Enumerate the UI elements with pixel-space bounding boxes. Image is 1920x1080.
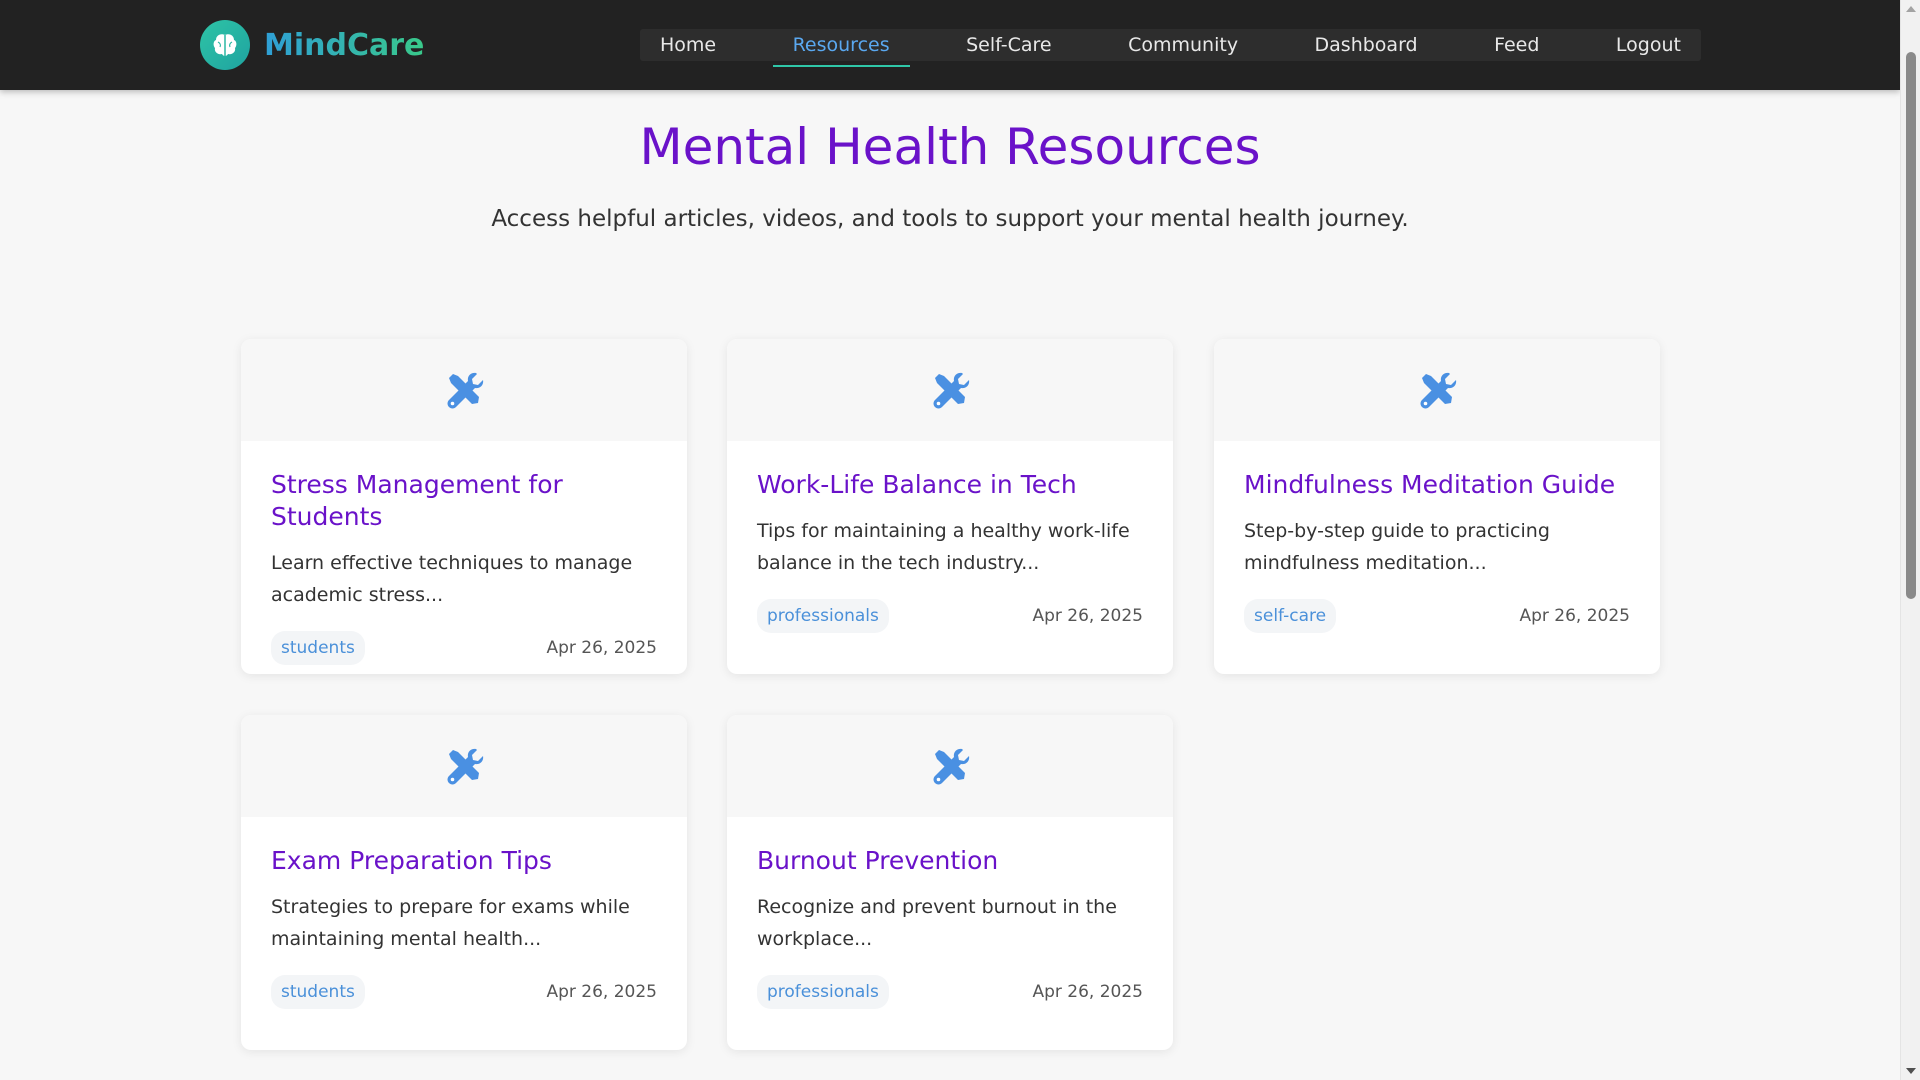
card-description: Strategies to prepare for exams while ma…	[271, 896, 630, 950]
card-title[interactable]: Stress Management for Students	[271, 469, 657, 533]
card-title[interactable]: Exam Preparation Tips	[271, 845, 657, 877]
card-title[interactable]: Burnout Prevention	[757, 845, 1143, 877]
page-title: Mental Health Resources	[639, 118, 1261, 176]
resource-card[interactable]: Mindfulness Meditation Guide Step-by-ste…	[1214, 339, 1660, 674]
page-subtitle: Access helpful articles, videos, and too…	[491, 206, 1409, 232]
card-date: Apr 26, 2025	[546, 638, 657, 658]
card-tag[interactable]: professionals	[757, 599, 889, 633]
tools-icon	[1420, 372, 1457, 409]
tools-icon	[447, 748, 484, 785]
card-description: Tips for maintaining a healthy work-life…	[757, 520, 1130, 574]
tools-icon	[933, 748, 970, 785]
resource-card[interactable]: Stress Management for Students Learn eff…	[241, 339, 687, 674]
nav-self-care[interactable]: Self-Care	[966, 29, 1052, 61]
page: MindCare Home Resources Self-Care Commun…	[0, 0, 1920, 1080]
card-media	[1214, 339, 1660, 441]
nav-resources[interactable]: Resources	[772, 29, 910, 67]
card-title[interactable]: Work-Life Balance in Tech	[757, 469, 1143, 501]
resource-card[interactable]: Burnout Prevention Recognize and prevent…	[727, 715, 1173, 1050]
resource-card[interactable]: Exam Preparation Tips Strategies to prep…	[241, 715, 687, 1050]
brain-icon	[200, 20, 250, 70]
card-media	[727, 339, 1173, 441]
card-tag[interactable]: students	[271, 631, 365, 665]
card-media	[241, 715, 687, 817]
nav-feed[interactable]: Feed	[1494, 29, 1539, 61]
card-date: Apr 26, 2025	[1032, 606, 1143, 626]
nav-community[interactable]: Community	[1128, 29, 1238, 61]
card-title[interactable]: Mindfulness Meditation Guide	[1244, 469, 1630, 501]
resource-card[interactable]: Work-Life Balance in Tech Tips for maint…	[727, 339, 1173, 674]
card-tag[interactable]: professionals	[757, 975, 889, 1009]
card-date: Apr 26, 2025	[1032, 982, 1143, 1002]
card-tag[interactable]: students	[271, 975, 365, 1009]
top-navbar: MindCare Home Resources Self-Care Commun…	[0, 0, 1900, 90]
brand[interactable]: MindCare	[200, 18, 424, 72]
scroll-down-arrow-icon[interactable]	[1906, 1068, 1916, 1074]
card-media	[241, 339, 687, 441]
card-description: Learn effective techniques to manage aca…	[271, 552, 633, 606]
card-description: Recognize and prevent burnout in the wor…	[757, 896, 1117, 950]
card-tag[interactable]: self-care	[1244, 599, 1337, 633]
main-nav: Home Resources Self-Care Community Dashb…	[640, 29, 1701, 67]
tools-icon	[933, 372, 970, 409]
scroll-thumb[interactable]	[1906, 52, 1916, 599]
scroll-up-arrow-icon[interactable]	[1906, 6, 1916, 12]
brand-name: MindCare	[264, 27, 425, 63]
card-description: Step-by-step guide to practicing mindful…	[1244, 520, 1550, 574]
nav-dashboard[interactable]: Dashboard	[1315, 29, 1418, 61]
card-media	[727, 715, 1173, 817]
vertical-scrollbar[interactable]	[1900, 0, 1920, 1080]
nav-home[interactable]: Home	[660, 29, 716, 61]
card-date: Apr 26, 2025	[546, 982, 657, 1002]
tools-icon	[447, 372, 484, 409]
nav-logout[interactable]: Logout	[1616, 29, 1681, 61]
card-date: Apr 26, 2025	[1519, 606, 1630, 626]
